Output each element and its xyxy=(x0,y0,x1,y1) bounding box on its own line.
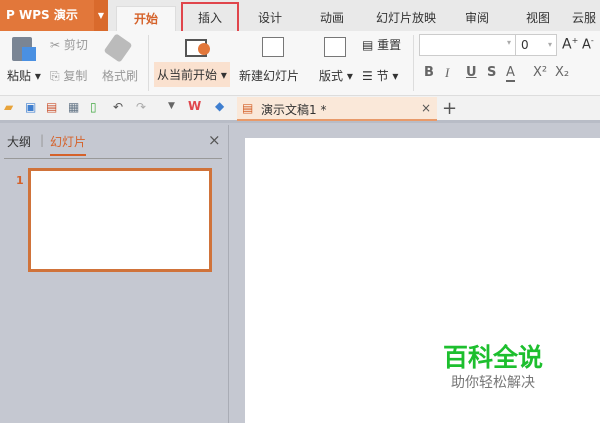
redo-icon[interactable]: ↷ xyxy=(136,100,146,114)
layout-button[interactable]: 版式 ▾ xyxy=(319,67,353,84)
cube-icon[interactable]: ◆ xyxy=(215,99,224,113)
play-icon xyxy=(198,43,210,55)
tab-home[interactable]: 开始 xyxy=(116,6,176,31)
document-title: 演示文稿1 * xyxy=(261,103,327,117)
undo-icon[interactable]: ↶ xyxy=(113,100,123,114)
underline-button[interactable]: U xyxy=(466,65,477,80)
font-size-select[interactable]: 0 ▾ xyxy=(515,34,557,56)
slide-thumbnail[interactable] xyxy=(28,168,212,272)
print-preview-icon[interactable]: ▯ xyxy=(90,100,97,114)
ribbon: 粘贴 ▾ ✂ 剪切 ⎘ 复制 格式刷 从当前开始 ▾ 新建幻灯片 版式 ▾ ▤ … xyxy=(0,31,600,96)
format-painter-icon xyxy=(103,33,133,63)
tab-view[interactable]: 视图 xyxy=(513,6,563,31)
bold-button[interactable]: B xyxy=(424,65,434,80)
tab-animation[interactable]: 动画 xyxy=(307,6,357,31)
increase-font-button[interactable]: A+ xyxy=(562,36,578,53)
tab-outline[interactable]: 大纲 xyxy=(7,133,31,150)
close-tab-icon[interactable]: × xyxy=(421,101,431,115)
format-painter-button[interactable]: 格式刷 xyxy=(102,67,138,84)
font-name-select[interactable]: ▾ xyxy=(419,34,516,56)
new-slide-button[interactable]: 新建幻灯片 xyxy=(239,67,299,84)
watermark-subtitle: 助你轻松解决 xyxy=(451,375,535,391)
slide-number: 1 xyxy=(16,174,24,187)
reset-button[interactable]: ▤ 重置 xyxy=(362,36,401,53)
font-color-button[interactable]: A xyxy=(506,65,515,82)
save-icon[interactable]: ▣ xyxy=(25,100,36,114)
new-tab-button[interactable]: + xyxy=(442,98,457,119)
paste-doc-icon xyxy=(22,47,36,61)
section-button[interactable]: ☰ 节 ▾ xyxy=(362,67,398,84)
copy-button[interactable]: ⎘ 复制 xyxy=(50,67,87,84)
wps-logo-icon[interactable]: W xyxy=(188,99,201,113)
print-icon[interactable]: ▦ xyxy=(68,100,79,114)
tab-design[interactable]: 设计 xyxy=(245,6,295,31)
document-icon: ▤ xyxy=(242,101,254,115)
paste-button[interactable]: 粘贴 ▾ xyxy=(7,67,41,84)
app-menu-dropdown[interactable]: ▼ xyxy=(94,0,108,31)
watermark-title: 百科全说 xyxy=(443,343,544,372)
title-bar: P WPS 演示 ▼ 开始 插入 设计 动画 幻灯片放映 审阅 视图 云服 xyxy=(0,0,600,35)
tab-slides[interactable]: 幻灯片 xyxy=(50,133,87,156)
export-pdf-icon[interactable]: ▤ xyxy=(46,100,57,114)
italic-button[interactable]: I xyxy=(445,65,449,81)
tab-slideshow[interactable]: 幻灯片放映 xyxy=(366,6,446,31)
superscript-button[interactable]: X² xyxy=(533,65,547,80)
app-title: WPS 演示 xyxy=(18,8,78,22)
slides-panel: 大纲 | 幻灯片 × 1 xyxy=(0,125,229,423)
open-icon[interactable]: ▰ xyxy=(4,100,13,114)
cut-button[interactable]: ✂ 剪切 xyxy=(50,36,88,53)
close-panel-icon[interactable]: × xyxy=(208,131,221,149)
document-tab[interactable]: ▤ 演示文稿1 * × xyxy=(237,97,437,121)
strikethrough-button[interactable]: S xyxy=(487,65,496,80)
subscript-button[interactable]: X₂ xyxy=(555,65,569,80)
tab-cloud[interactable]: 云服 xyxy=(572,6,600,31)
customize-dropdown-icon[interactable]: ▼ xyxy=(168,101,175,111)
slide-canvas[interactable]: 百科全说 助你轻松解决 xyxy=(245,138,600,423)
decrease-font-button[interactable]: A- xyxy=(582,36,594,52)
tab-review[interactable]: 审阅 xyxy=(452,6,502,31)
new-slide-icon xyxy=(262,37,284,57)
play-from-current-button[interactable]: 从当前开始 ▾ xyxy=(154,62,230,87)
app-menu-button[interactable]: P WPS 演示 xyxy=(0,0,94,31)
layout-icon xyxy=(324,37,346,57)
